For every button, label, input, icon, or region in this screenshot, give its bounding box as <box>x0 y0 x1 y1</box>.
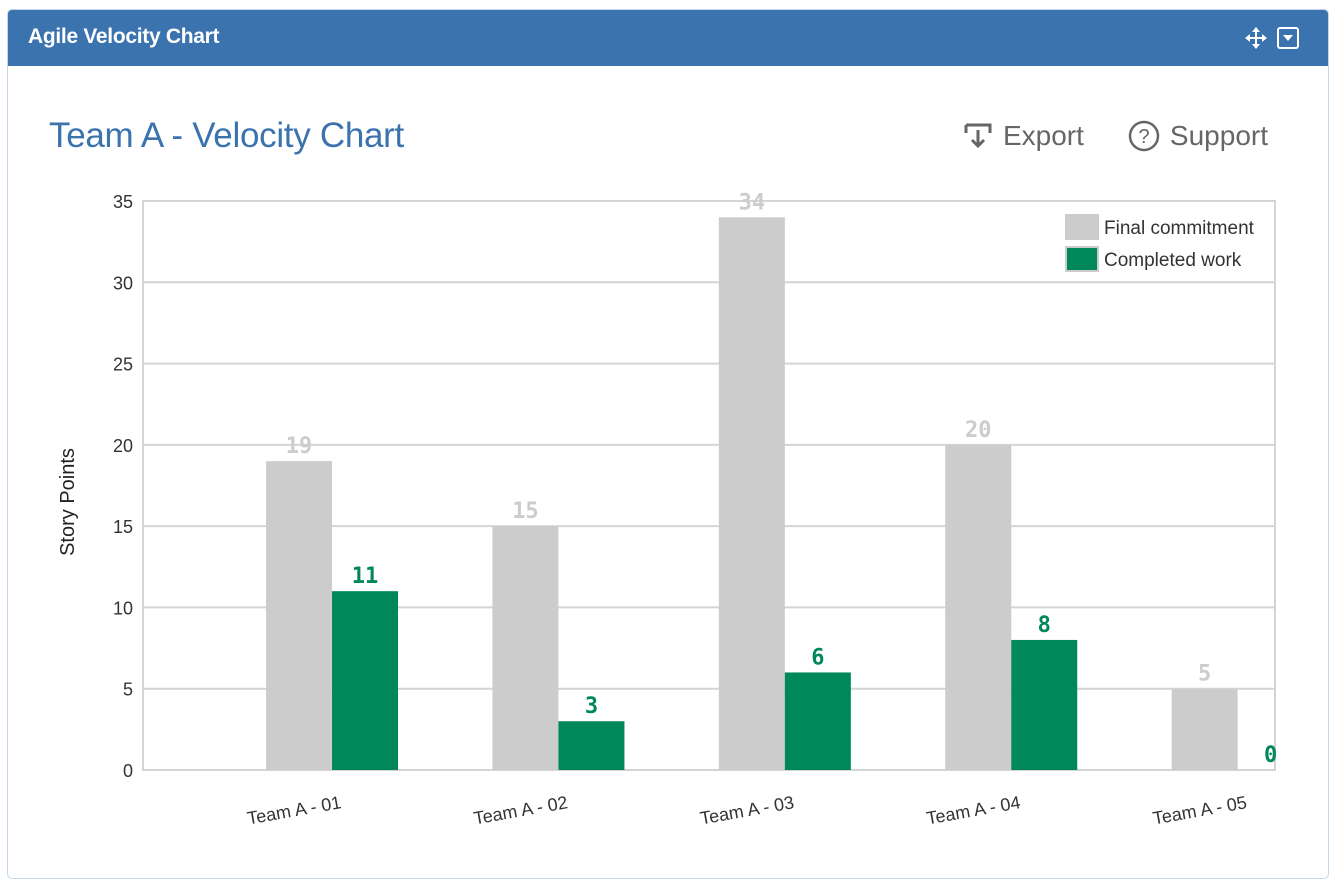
data-label: 19 <box>286 434 313 459</box>
x-tick-label: Team A - 01 <box>246 792 343 828</box>
data-label: 20 <box>965 418 992 443</box>
data-label: 0 <box>1264 743 1277 768</box>
legend-label[interactable]: Completed work <box>1104 250 1242 271</box>
y-tick-label: 0 <box>123 761 133 781</box>
y-tick-label: 15 <box>113 517 133 537</box>
legend-swatch <box>1065 214 1099 240</box>
y-tick-label: 30 <box>113 273 133 293</box>
bar-final-commitment[interactable] <box>1171 688 1238 770</box>
data-label: 15 <box>512 499 539 524</box>
bar-final-commitment[interactable] <box>945 444 1012 770</box>
data-label: 11 <box>352 564 379 589</box>
velocity-chart: 0 5 10 15 20 25 30 35 19 11 15 3 34 6 20 8 5 0 Team A - … <box>57 190 1277 828</box>
x-tick-label: Team A - 02 <box>472 792 569 828</box>
bar-final-commitment[interactable] <box>492 526 559 770</box>
bar-final-commitment[interactable] <box>266 461 333 770</box>
legend: Final commitment Completed work <box>1057 207 1269 277</box>
bar-completed-work[interactable] <box>1011 639 1078 770</box>
y-tick-label: 10 <box>113 598 133 618</box>
y-tick-label: 35 <box>113 192 133 212</box>
data-label: 34 <box>739 190 766 215</box>
x-tick-label: Team A - 05 <box>1151 792 1248 828</box>
data-label: 5 <box>1198 662 1211 687</box>
bars <box>266 217 1238 770</box>
y-tick-label: 25 <box>113 355 133 375</box>
x-tick-label: Team A - 04 <box>925 792 1022 828</box>
y-tick-label: 20 <box>113 436 133 456</box>
bar-completed-work[interactable] <box>332 591 399 770</box>
bar-final-commitment[interactable] <box>718 217 785 770</box>
x-axis-ticks: Team A - 01 Team A - 02 Team A - 03 Team A … <box>246 792 1249 828</box>
legend-label[interactable]: Final commitment <box>1104 218 1255 239</box>
data-label: 6 <box>811 645 824 670</box>
x-tick-label: Team A - 03 <box>698 792 795 828</box>
bar-completed-work[interactable] <box>558 721 625 770</box>
y-axis-label: Story Points <box>57 448 79 556</box>
data-label: 3 <box>585 694 598 719</box>
y-tick-label: 5 <box>123 680 133 700</box>
bar-completed-work[interactable] <box>784 672 851 770</box>
legend-swatch <box>1065 246 1099 272</box>
data-label: 8 <box>1038 613 1051 638</box>
y-axis-ticks: 0 5 10 15 20 25 30 35 <box>113 192 133 781</box>
